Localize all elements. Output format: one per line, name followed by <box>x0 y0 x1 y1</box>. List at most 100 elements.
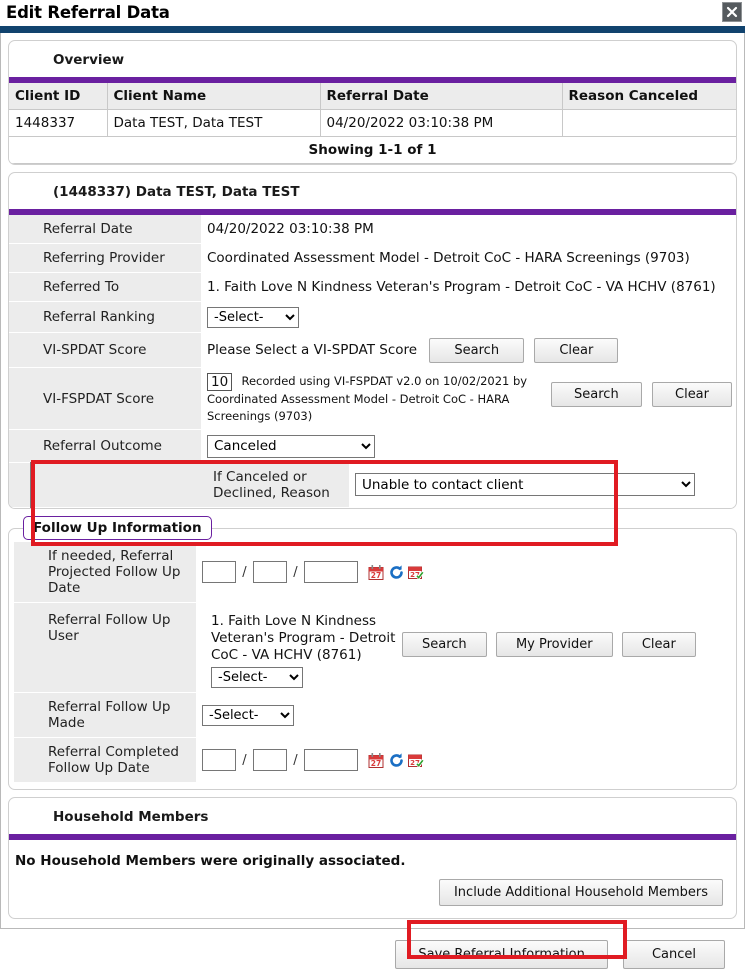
vi-fspdat-description: Recorded using VI-FSPDAT v2.0 on 10/02/2… <box>207 373 528 423</box>
date-separator: / <box>293 753 298 768</box>
page-title: Edit Referral Data <box>6 3 170 22</box>
completed-year-input[interactable] <box>303 749 358 771</box>
row-referral-outcome: Referral Outcome Canceled <box>9 429 736 463</box>
projected-date-icons: 27 27 <box>368 564 425 581</box>
completed-month-input[interactable] <box>202 749 236 771</box>
label-followup-made: Referral Follow Up Made <box>36 692 196 738</box>
overview-table: Client ID Client Name Referral Date Reas… <box>9 83 736 164</box>
label-completed-followup-date: Referral Completed Follow Up Date <box>36 737 196 783</box>
calendar-icon[interactable]: 27 <box>368 564 385 581</box>
dialog-footer: Save Referral Information Cancel <box>8 926 737 969</box>
overview-panel: Overview Client ID Client Name Referral … <box>8 40 737 165</box>
detail-heading: (1448337) Data TEST, Data TEST <box>53 184 300 200</box>
referral-detail-panel: (1448337) Data TEST, Data TEST Referral … <box>8 172 737 509</box>
row-referred-to: Referred To 1. Faith Love N Kindness Vet… <box>9 272 736 302</box>
row-completed-followup-date: Referral Completed Follow Up Date / / 27 <box>14 737 731 783</box>
refresh-icon[interactable] <box>388 752 405 769</box>
referral-detail-form: Referral Date 04/20/2022 03:10:38 PM Ref… <box>9 215 736 508</box>
followup-legend: Follow Up Information <box>23 516 212 540</box>
table-row[interactable]: 1448337 Data TEST, Data TEST 04/20/2022 … <box>9 109 736 137</box>
vi-fspdat-search-button[interactable]: Search <box>551 381 642 407</box>
row-gutter <box>9 272 31 302</box>
row-gutter <box>9 367 31 430</box>
projected-year-input[interactable] <box>303 561 358 584</box>
label-referral-date: Referral Date <box>31 215 201 244</box>
save-referral-information-button[interactable]: Save Referral Information <box>395 940 608 969</box>
followup-user-clear-button[interactable]: Clear <box>621 631 696 657</box>
date-separator: / <box>242 753 247 768</box>
dialog-body: Overview Client ID Client Name Referral … <box>0 33 745 969</box>
label-referring-provider: Referring Provider <box>31 243 201 273</box>
referral-ranking-select[interactable]: -Select- <box>207 306 299 328</box>
cancel-button[interactable]: Cancel <box>622 940 725 969</box>
row-gutter <box>9 429 31 463</box>
calendar-check-icon[interactable]: 27 <box>408 752 425 769</box>
completed-day-input[interactable] <box>252 749 287 771</box>
value-referring-provider: Coordinated Assessment Model - Detroit C… <box>201 243 736 273</box>
vi-spdat-value: Please Select a VI-SPDAT Score <box>207 341 418 358</box>
row-followup-user: Referral Follow Up User 1. Faith Love N … <box>14 602 731 693</box>
row-referral-date: Referral Date 04/20/2022 03:10:38 PM <box>9 215 736 244</box>
household-empty-message: No Household Members were originally ass… <box>15 853 406 869</box>
row-gutter <box>14 737 36 783</box>
calendar-check-icon[interactable]: 27 <box>408 564 425 581</box>
followup-fieldset: Follow Up Information If needed, Referra… <box>8 516 737 790</box>
followup-made-select[interactable]: -Select- <box>202 704 294 726</box>
referral-outcome-select[interactable]: Canceled <box>207 434 375 458</box>
overview-footer-row: Showing 1-1 of 1 <box>9 136 736 164</box>
label-vi-fspdat: VI-FSPDAT Score <box>31 367 201 430</box>
followup-user-search-button[interactable]: Search <box>402 631 487 657</box>
column-referral-date: Referral Date <box>320 83 563 110</box>
value-referred-to: 1. Faith Love N Kindness Veteran's Progr… <box>201 272 736 302</box>
row-referral-ranking: Referral Ranking -Select- <box>9 301 736 333</box>
row-vi-fspdat: VI-FSPDAT Score 10 Recorded using VI-FSP… <box>9 367 736 430</box>
vi-fspdat-clear-button[interactable]: Clear <box>652 381 732 407</box>
label-referral-outcome: Referral Outcome <box>31 429 201 463</box>
row-projected-followup-date: If needed, Referral Projected Follow Up … <box>14 542 731 603</box>
projected-month-input[interactable] <box>202 561 236 584</box>
column-client-id: Client ID <box>9 83 108 110</box>
row-cancel-reason: If Canceled or Declined, Reason Unable t… <box>9 462 736 508</box>
showing-count: Showing 1-1 of 1 <box>9 136 736 164</box>
row-gutter <box>9 301 31 333</box>
vi-spdat-clear-button[interactable]: Clear <box>534 337 619 363</box>
include-additional-household-members-button[interactable]: Include Additional Household Members <box>438 879 723 906</box>
cancel-reason-select[interactable]: Unable to contact client <box>355 473 695 497</box>
row-gutter <box>9 462 31 508</box>
overview-heading: Overview <box>53 52 125 68</box>
followup-user-select[interactable]: -Select- <box>211 666 303 688</box>
label-vi-spdat: VI-SPDAT Score <box>31 332 201 368</box>
household-members-panel: Household Members No Household Members w… <box>8 797 737 919</box>
label-referral-ranking: Referral Ranking <box>31 301 201 333</box>
vi-spdat-search-button[interactable]: Search <box>429 337 525 363</box>
cell-reason-canceled <box>562 109 736 137</box>
calendar-icon[interactable]: 27 <box>368 752 385 769</box>
row-followup-made: Referral Follow Up Made -Select- <box>14 692 731 738</box>
followup-user-my-provider-button[interactable]: My Provider <box>495 631 613 657</box>
row-gutter <box>9 215 31 244</box>
projected-day-input[interactable] <box>252 561 287 584</box>
indent-marker <box>29 462 201 508</box>
column-reason-canceled: Reason Canceled <box>562 83 736 110</box>
date-separator: / <box>293 565 298 581</box>
followup-user-value: 1. Faith Love N Kindness Veteran's Progr… <box>211 612 396 663</box>
label-cancel-reason: If Canceled or Declined, Reason <box>201 462 349 508</box>
title-divider <box>0 26 745 33</box>
value-referral-date: 04/20/2022 03:10:38 PM <box>201 215 736 244</box>
svg-text:27: 27 <box>371 759 381 768</box>
row-gutter <box>14 542 36 603</box>
label-projected-followup-date: If needed, Referral Projected Follow Up … <box>36 542 196 603</box>
cell-client-id: 1448337 <box>9 109 108 137</box>
close-button[interactable] <box>722 2 742 22</box>
row-gutter <box>9 243 31 273</box>
row-referring-provider: Referring Provider Coordinated Assessmen… <box>9 243 736 273</box>
row-vi-spdat: VI-SPDAT Score Please Select a VI-SPDAT … <box>9 332 736 368</box>
label-referred-to: Referred To <box>31 272 201 302</box>
household-heading: Household Members <box>53 809 209 825</box>
followup-form: If needed, Referral Projected Follow Up … <box>14 542 731 783</box>
refresh-icon[interactable] <box>388 564 405 581</box>
row-gutter <box>14 692 36 738</box>
vi-fspdat-score: 10 <box>207 372 233 391</box>
close-icon <box>726 6 738 18</box>
row-gutter <box>9 332 31 368</box>
